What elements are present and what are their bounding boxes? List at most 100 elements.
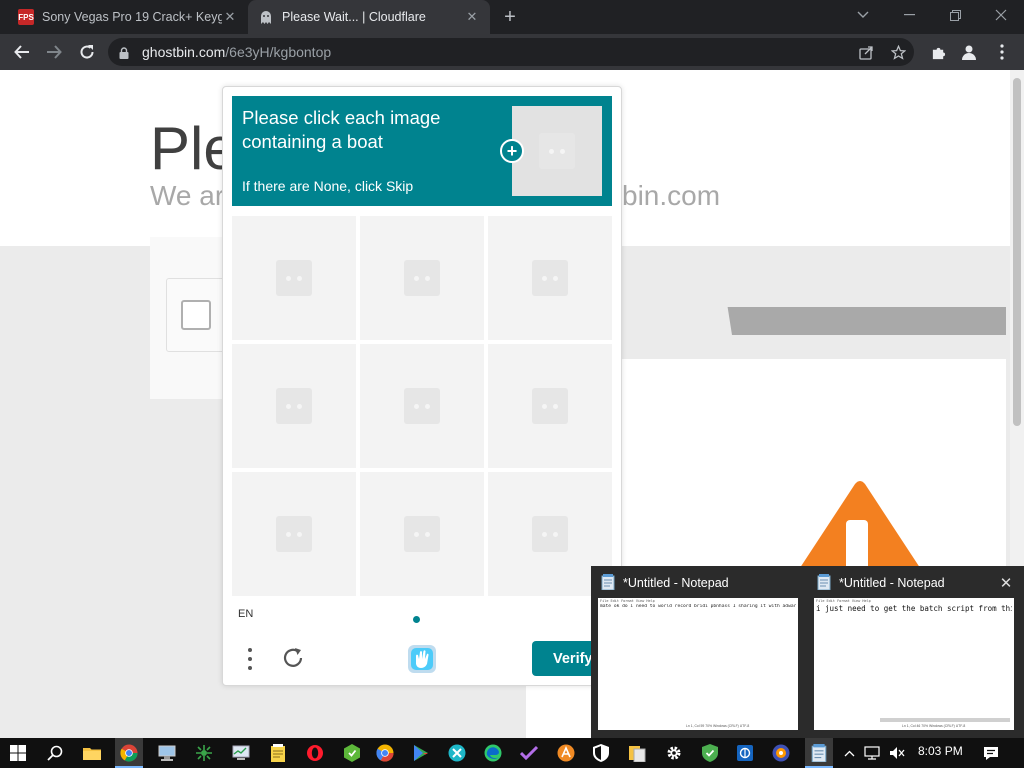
network-app-icon[interactable] bbox=[155, 741, 179, 765]
back-button[interactable] bbox=[10, 40, 34, 64]
profile-avatar-icon[interactable] bbox=[958, 41, 980, 63]
refresh-challenge-icon[interactable] bbox=[281, 645, 307, 671]
language-selector[interactable]: EN bbox=[238, 608, 253, 620]
tab-title: Please Wait... | Cloudflare bbox=[282, 10, 426, 24]
vpn-shield-icon[interactable] bbox=[698, 741, 722, 765]
challenge-image-tile[interactable] bbox=[360, 216, 484, 340]
tray-overflow-chevron-icon[interactable] bbox=[840, 743, 858, 763]
network-icon[interactable] bbox=[863, 743, 881, 763]
play-store-icon[interactable] bbox=[409, 741, 433, 765]
hcaptcha-logo-icon[interactable] bbox=[405, 642, 439, 676]
more-menu-icon[interactable] bbox=[991, 41, 1013, 63]
restore-button[interactable] bbox=[932, 0, 978, 30]
notepad-text: i just need to get the batch script from… bbox=[816, 604, 1012, 613]
extensions-puzzle-icon[interactable] bbox=[927, 41, 949, 63]
bookmark-star-icon[interactable] bbox=[887, 41, 909, 63]
settings-gear-icon[interactable] bbox=[662, 741, 686, 765]
image-placeholder-icon bbox=[532, 516, 568, 552]
minimize-button[interactable] bbox=[886, 0, 932, 30]
close-window-button[interactable] bbox=[978, 0, 1024, 30]
reload-button[interactable] bbox=[75, 40, 99, 64]
checkmark-app-icon[interactable] bbox=[517, 741, 541, 765]
progress-band-notch bbox=[622, 307, 732, 335]
close-tab-icon[interactable]: ✕ bbox=[222, 9, 238, 25]
image-placeholder-icon bbox=[404, 260, 440, 296]
challenge-image-tile[interactable] bbox=[232, 216, 356, 340]
task-manager-icon[interactable] bbox=[229, 741, 253, 765]
challenge-image-tile[interactable] bbox=[360, 344, 484, 468]
documents-app-icon[interactable] bbox=[625, 741, 649, 765]
notes-app-icon[interactable] bbox=[266, 741, 290, 765]
url-text[interactable]: ghostbin.com/6e3yH/kgbontop bbox=[142, 44, 331, 60]
human-verify-checkbox[interactable] bbox=[181, 300, 211, 330]
notepad-thumbnail-2[interactable]: File Edit Format View Help i just need t… bbox=[814, 598, 1014, 730]
notepad-status-bar: Ln 1, Col 59 70% Windows (CRLF) UTF-8 bbox=[686, 724, 750, 728]
expand-example-plus-icon[interactable]: + bbox=[500, 139, 524, 163]
fps-favicon-icon: FPS bbox=[18, 9, 34, 25]
lock-icon[interactable] bbox=[119, 46, 129, 64]
file-explorer-icon[interactable] bbox=[80, 741, 104, 765]
challenge-image-tile[interactable] bbox=[360, 472, 484, 596]
forward-button[interactable] bbox=[42, 40, 66, 64]
windows-start-icon[interactable] bbox=[6, 741, 30, 765]
share-icon[interactable] bbox=[855, 41, 877, 63]
chrome-variant-icon[interactable] bbox=[373, 741, 397, 765]
chrome-icon[interactable] bbox=[117, 741, 141, 765]
teal-x-app-icon[interactable] bbox=[445, 741, 469, 765]
system-clock[interactable]: 8:03 PM bbox=[918, 744, 963, 758]
page-subtitle: We ar bbox=[150, 180, 225, 211]
notepad-icon[interactable] bbox=[807, 741, 831, 765]
green-app-icon[interactable] bbox=[192, 741, 216, 765]
security-shield-icon[interactable] bbox=[589, 741, 613, 765]
close-preview-icon[interactable]: ✕ bbox=[998, 575, 1014, 592]
challenge-image-tile[interactable] bbox=[488, 344, 612, 468]
notepad-text: mate ok do i need to world record bridi … bbox=[600, 604, 796, 609]
image-placeholder-icon bbox=[276, 260, 312, 296]
thumbnail-title[interactable]: *Untitled - Notepad bbox=[839, 576, 945, 590]
url-host: ghostbin.com bbox=[142, 44, 226, 60]
challenge-image-tile[interactable] bbox=[232, 344, 356, 468]
image-placeholder-icon bbox=[532, 260, 568, 296]
warning-icon bbox=[790, 480, 930, 580]
blue-app-icon[interactable] bbox=[733, 741, 757, 765]
image-placeholder-icon bbox=[404, 516, 440, 552]
notepad-icon bbox=[817, 574, 831, 591]
challenge-image-tile[interactable] bbox=[232, 472, 356, 596]
image-placeholder-icon bbox=[539, 133, 575, 169]
image-placeholder-icon bbox=[404, 388, 440, 424]
opera-icon[interactable] bbox=[303, 741, 327, 765]
green-shield-app-icon[interactable] bbox=[340, 741, 364, 765]
page-subtitle-domain: bin.com bbox=[622, 180, 721, 211]
notepad-status-bar: Ln 1, Col 46 70% Windows (CRLF) UTF-8 bbox=[902, 724, 966, 728]
page-indicator-dot bbox=[413, 616, 420, 623]
scrollbar-thumb[interactable] bbox=[1013, 78, 1021, 426]
edge-icon[interactable] bbox=[481, 741, 505, 765]
close-tab-icon[interactable]: ✕ bbox=[464, 9, 480, 25]
notepad-thumbnail-1[interactable]: File Edit Format View Help mate ok do i … bbox=[598, 598, 798, 730]
tab-sony-vegas[interactable]: FPS Sony Vegas Pro 19 Crack+ Keygen ✕ bbox=[8, 0, 248, 34]
image-placeholder-icon bbox=[276, 516, 312, 552]
tab-title: Sony Vegas Pro 19 Crack+ Keygen bbox=[42, 10, 222, 24]
ghost-favicon-icon bbox=[258, 9, 274, 25]
notepad-icon bbox=[601, 574, 615, 591]
image-placeholder-icon bbox=[532, 388, 568, 424]
notepad-menu-bar: File Edit Format View Help bbox=[816, 599, 871, 603]
action-center-icon[interactable] bbox=[982, 743, 1000, 763]
url-path: /6e3yH/kgbontop bbox=[225, 44, 332, 60]
media-player-icon[interactable] bbox=[769, 741, 793, 765]
notepad-hscrollbar bbox=[880, 718, 1010, 722]
challenge-image-tile[interactable] bbox=[488, 216, 612, 340]
challenge-skip-hint: If there are None, click Skip bbox=[242, 178, 414, 194]
image-placeholder-icon bbox=[276, 388, 312, 424]
challenge-prompt-text: Please click each image containing a boa… bbox=[242, 107, 441, 152]
example-image[interactable] bbox=[512, 106, 602, 196]
tab-cloudflare[interactable]: Please Wait... | Cloudflare ✕ bbox=[248, 0, 490, 34]
more-options-icon[interactable] bbox=[240, 645, 260, 673]
thumbnail-title[interactable]: *Untitled - Notepad bbox=[623, 576, 729, 590]
volume-muted-icon[interactable] bbox=[888, 743, 906, 763]
notepad-menu-bar: File Edit Format View Help bbox=[600, 599, 655, 603]
search-icon[interactable] bbox=[43, 741, 67, 765]
orange-app-icon[interactable] bbox=[554, 741, 578, 765]
tab-search-icon[interactable] bbox=[840, 0, 886, 30]
new-tab-button[interactable]: + bbox=[498, 5, 522, 29]
